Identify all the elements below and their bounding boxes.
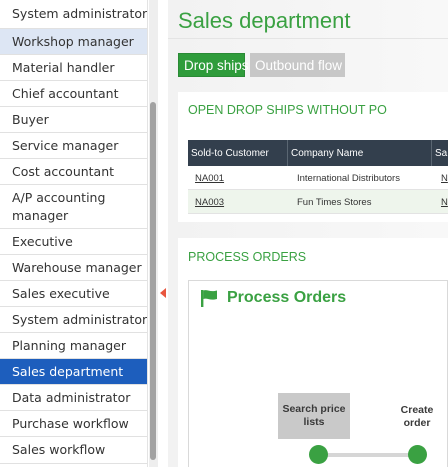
- section-title-process-orders: PROCESS ORDERS: [188, 250, 307, 264]
- extra-link[interactable]: N: [441, 197, 448, 208]
- menu-item-executive[interactable]: Executive: [0, 229, 147, 255]
- menu-item-sales-workflow[interactable]: Sales workflow: [0, 437, 147, 464]
- menu-item-label: Chief accountant: [12, 85, 119, 101]
- process-orders-heading: Process Orders: [227, 289, 347, 306]
- menu-item-planning-manager[interactable]: Planning manager: [0, 333, 147, 359]
- menu-item-workshop-manager[interactable]: Workshop manager: [0, 29, 147, 55]
- drop-ships-panel: OPEN DROP SHIPS WITHOUT PO Sold-to Custo…: [178, 92, 448, 222]
- menu-item-label: Data administrator: [12, 389, 131, 405]
- step-search-price-lists[interactable]: Search price lists: [278, 393, 350, 439]
- extra-link[interactable]: N: [441, 173, 448, 184]
- menu-item-sales-department[interactable]: Sales department: [0, 359, 147, 385]
- menu-item-data-administrator[interactable]: Data administrator: [0, 385, 147, 411]
- menu-item-label: System administrator: [12, 6, 148, 21]
- grid-header: Sold-to Customer Company Name Sa: [188, 140, 448, 166]
- customer-link[interactable]: NA001: [195, 173, 224, 184]
- menu-item-label: Executive: [12, 233, 73, 249]
- sidebar-scrollbar-thumb[interactable]: [150, 102, 156, 460]
- role-menu: System administrator Workshop manager Ma…: [0, 0, 148, 467]
- flag-icon: [201, 290, 217, 307]
- menu-item-label: Warehouse manager: [12, 259, 142, 275]
- step-create-order[interactable]: Create order: [392, 404, 442, 430]
- menu-item-ap-accounting-manager[interactable]: A/P accounting manager: [0, 185, 147, 229]
- step-dot-search-price-lists[interactable]: [309, 445, 328, 464]
- customer-link[interactable]: NA003: [195, 197, 224, 208]
- menu-item-system-administrator[interactable]: System administrator: [0, 0, 148, 29]
- menu-item-warehouse-manager[interactable]: Warehouse manager: [0, 255, 147, 281]
- column-header-sold-to[interactable]: Sold-to Customer: [188, 140, 288, 166]
- menu-item-label: Planning manager: [12, 337, 127, 353]
- menu-item-label: Buyer: [12, 111, 49, 127]
- menu-item-service-manager[interactable]: Service manager: [0, 133, 147, 159]
- column-header-sa[interactable]: Sa: [432, 140, 448, 166]
- menu-item-label: Sales department: [12, 363, 124, 379]
- section-title-open-drop-ships: OPEN DROP SHIPS WITHOUT PO: [188, 103, 387, 117]
- menu-item-buyer[interactable]: Buyer: [0, 107, 147, 133]
- menu-item-label: Sales executive: [12, 285, 110, 301]
- step-dot-create-order[interactable]: [408, 445, 427, 464]
- menu-item-label: A/P accounting manager: [12, 189, 106, 223]
- menu-item-material-handler[interactable]: Material handler: [0, 55, 147, 81]
- menu-item-system-administrator-2[interactable]: System administrator: [0, 307, 148, 333]
- menu-item-label: Material handler: [12, 59, 115, 75]
- menu-item-cost-accountant[interactable]: Cost accountant: [0, 159, 147, 185]
- page-title: Sales department: [178, 8, 351, 33]
- table-row[interactable]: NA003 Fun Times Stores N: [188, 190, 448, 214]
- menu-item-sales-executive[interactable]: Sales executive: [0, 281, 147, 307]
- company-name-cell: International Distributors: [297, 172, 400, 184]
- step-connector: [318, 453, 418, 457]
- menu-item-label: Service manager: [12, 137, 119, 153]
- menu-item-label: Purchase workflow: [12, 415, 129, 431]
- header-divider: [168, 38, 448, 39]
- table-row[interactable]: NA001 International Distributors N: [188, 166, 448, 190]
- collapse-arrow-icon[interactable]: [160, 288, 166, 298]
- menu-item-label: System administrator: [12, 311, 148, 327]
- menu-item-label: Cost accountant: [12, 163, 115, 179]
- company-name-cell: Fun Times Stores: [297, 196, 372, 208]
- menu-item-label: Workshop manager: [12, 33, 134, 49]
- menu-item-chief-accountant[interactable]: Chief accountant: [0, 81, 147, 107]
- column-header-company-name[interactable]: Company Name: [288, 140, 432, 166]
- menu-item-purchase-workflow[interactable]: Purchase workflow: [0, 411, 147, 437]
- tab-drop-ships[interactable]: Drop ships: [178, 53, 249, 77]
- tab-outbound-flow[interactable]: Outbound flow: [250, 53, 345, 77]
- menu-item-label: Sales workflow: [12, 442, 106, 457]
